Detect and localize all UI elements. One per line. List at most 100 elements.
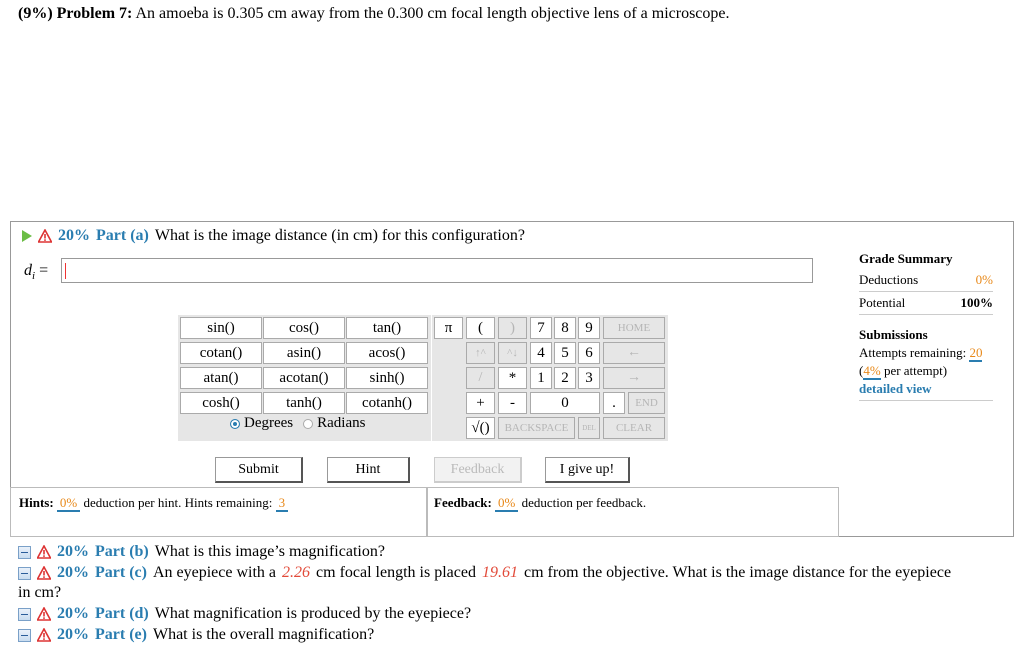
collapse-icon[interactable]: [18, 607, 31, 621]
key-rparen[interactable]: ): [498, 317, 527, 339]
part-b-row: 20% Part (b) What is this image’s magnif…: [18, 543, 385, 561]
key-end[interactable]: END: [628, 392, 665, 414]
collapse-icon[interactable]: [18, 566, 31, 580]
collapse-icon[interactable]: [18, 628, 31, 642]
text-caret: [65, 263, 66, 279]
key-6[interactable]: 6: [578, 342, 600, 364]
feedback-deduction: 0%: [495, 495, 519, 512]
radians-label: Radians: [317, 415, 366, 431]
warning-icon: [37, 566, 51, 580]
key-1[interactable]: 1: [530, 367, 552, 389]
key-3[interactable]: 3: [578, 367, 600, 389]
key-sin[interactable]: sin(): [180, 317, 262, 339]
answer-input[interactable]: [61, 258, 813, 283]
part-b-question: What is this image’s magnification?: [154, 543, 385, 560]
part-c-focal-value: 2.26: [282, 564, 311, 581]
key-left-arrow[interactable]: ←: [603, 342, 665, 364]
key-cosh[interactable]: cosh(): [180, 392, 262, 414]
deductions-label: Deductions: [859, 272, 919, 287]
key-2[interactable]: 2: [554, 367, 576, 389]
key-cos[interactable]: cos(): [263, 317, 345, 339]
answer-variable-label: di =: [24, 262, 48, 282]
key-right-arrow[interactable]: →: [603, 367, 665, 389]
hints-info: Hints: 0% deduction per hint. Hints rema…: [19, 495, 289, 512]
warning-icon: [37, 545, 51, 559]
give-up-button[interactable]: I give up!: [545, 457, 630, 483]
key-4[interactable]: 4: [530, 342, 552, 364]
potential-value: 100%: [960, 295, 994, 310]
key-del[interactable]: DEL: [578, 417, 600, 439]
degrees-label: Degrees: [244, 415, 294, 431]
part-c-label: Part (c): [95, 564, 147, 581]
deductions-value: 0%: [975, 272, 993, 287]
submit-button[interactable]: Submit: [215, 457, 303, 483]
key-tan[interactable]: tan(): [346, 317, 428, 339]
per-attempt-text: per attempt): [883, 363, 948, 378]
key-8[interactable]: 8: [554, 317, 576, 339]
key-cotanh[interactable]: cotanh(): [346, 392, 428, 414]
hint-button[interactable]: Hint: [327, 457, 410, 483]
radians-radio[interactable]: [303, 418, 314, 429]
part-c-question-1: An eyepiece with a: [152, 564, 277, 581]
detailed-view-link[interactable]: detailed view: [859, 380, 993, 398]
problem-title: Problem 7:: [56, 5, 133, 22]
part-e-weight: 20%: [57, 626, 89, 643]
key-atan[interactable]: atan(): [180, 367, 262, 389]
degrees-radio[interactable]: [230, 418, 240, 429]
feedback-info: Feedback: 0% deduction per feedback.: [434, 495, 646, 512]
key-divide[interactable]: /: [466, 367, 495, 389]
key-up[interactable]: ↑^: [466, 342, 495, 364]
var-symbol: d: [24, 262, 32, 279]
part-b-weight: 20%: [57, 543, 89, 560]
var-subscript: i: [32, 270, 36, 283]
key-pi[interactable]: π: [434, 317, 463, 339]
key-0[interactable]: 0: [530, 392, 600, 414]
key-down[interactable]: ^↓: [498, 342, 527, 364]
grade-summary-title: Grade Summary: [859, 251, 953, 266]
attempts-value: 20: [969, 345, 983, 362]
key-plus[interactable]: +: [466, 392, 495, 414]
key-asin[interactable]: asin(): [263, 342, 345, 364]
hints-label: Hints:: [19, 495, 54, 510]
potential-label: Potential: [859, 295, 906, 310]
numeric-keypad: π ( ) 7 8 9 HOME ↑^ ^↓ 4 5 6 ← / * 1 2 3…: [432, 315, 668, 441]
part-c-weight: 20%: [57, 564, 89, 581]
key-9[interactable]: 9: [578, 317, 600, 339]
key-sqrt[interactable]: √(): [466, 417, 495, 439]
part-d-question: What magnification is produced by the ey…: [154, 605, 472, 622]
key-cotan[interactable]: cotan(): [180, 342, 262, 364]
part-e-row: 20% Part (e) What is the overall magnifi…: [18, 626, 374, 644]
key-minus[interactable]: -: [498, 392, 527, 414]
key-backspace[interactable]: BACKSPACE: [498, 417, 575, 439]
submissions-divider: [859, 400, 993, 401]
key-tanh[interactable]: tanh(): [263, 392, 345, 414]
part-d-weight: 20%: [57, 605, 89, 622]
part-d-label: Part (d): [95, 605, 149, 622]
key-multiply[interactable]: *: [498, 367, 527, 389]
grade-summary: Grade Summary Deductions 0% Potential 100%: [859, 251, 993, 317]
key-sinh[interactable]: sinh(): [346, 367, 428, 389]
part-a-header: 20% Part (a) What is the image distance …: [22, 227, 525, 245]
part-c-question-4: in cm?: [18, 584, 62, 601]
key-dot[interactable]: .: [603, 392, 625, 414]
key-lparen[interactable]: (: [466, 317, 495, 339]
expand-play-icon[interactable]: [22, 230, 32, 242]
key-7[interactable]: 7: [530, 317, 552, 339]
part-c-question-3: cm from the objective. What is the image…: [523, 564, 952, 581]
part-a-weight: 20%: [58, 227, 90, 244]
part-d-row: 20% Part (d) What magnification is produ…: [18, 605, 471, 623]
key-acos[interactable]: acos(): [346, 342, 428, 364]
key-home[interactable]: HOME: [603, 317, 665, 339]
key-clear[interactable]: CLEAR: [603, 417, 665, 439]
key-5[interactable]: 5: [554, 342, 576, 364]
angle-mode: Degrees Radians: [230, 415, 365, 432]
collapse-icon[interactable]: [18, 545, 31, 559]
hints-remaining: 3: [275, 495, 289, 512]
feedback-button[interactable]: Feedback: [434, 457, 522, 483]
submissions-panel: Submissions Attempts remaining: 20 (4% p…: [859, 326, 993, 401]
part-e-label: Part (e): [95, 626, 147, 643]
part-e-question: What is the overall magnification?: [152, 626, 375, 643]
var-equals: =: [39, 262, 49, 279]
problem-text: An amoeba is 0.305 cm away from the 0.30…: [135, 5, 730, 22]
key-acotan[interactable]: acotan(): [263, 367, 345, 389]
